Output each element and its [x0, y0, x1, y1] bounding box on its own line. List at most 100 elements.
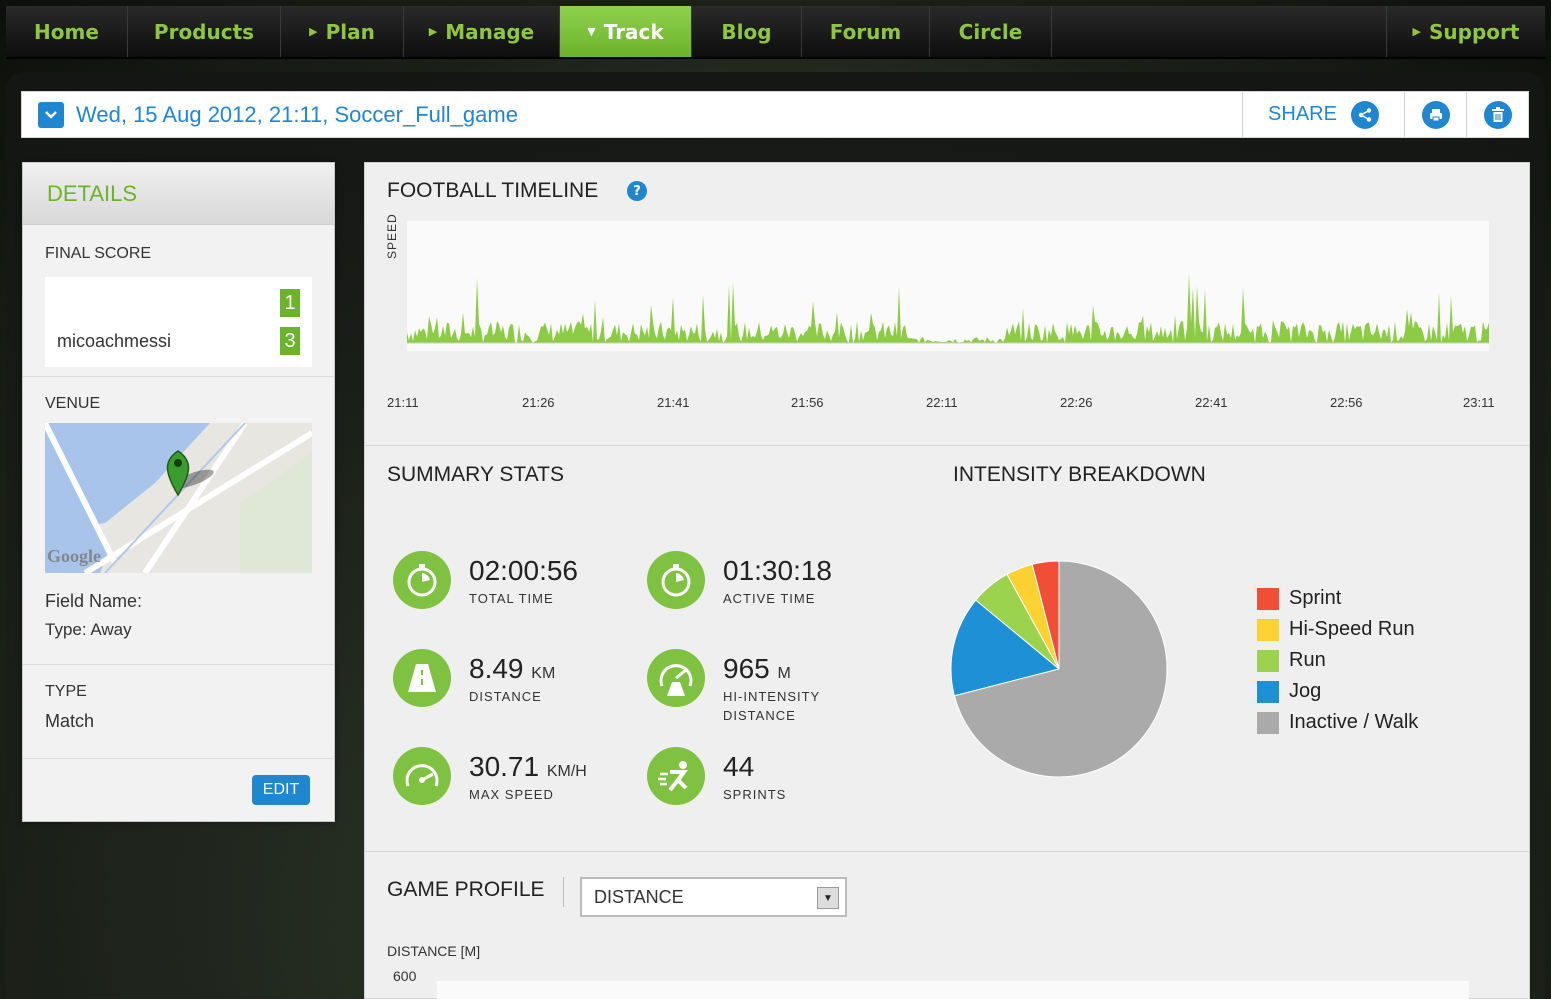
- profile-chart-area: [437, 981, 1469, 999]
- field-type: Type: Away: [45, 620, 132, 639]
- stat-active-time: 01:30:18 ACTIVE TIME: [647, 551, 832, 609]
- legend-swatch: [1257, 649, 1279, 672]
- share-icon: [1350, 100, 1379, 129]
- legend-label: Sprint: [1289, 587, 1342, 609]
- profile-y-tick: 600: [393, 968, 417, 984]
- nav-label: Manage: [445, 19, 535, 44]
- nav-forum[interactable]: Forum: [802, 6, 930, 57]
- profile-axis-label: DISTANCE [M]: [387, 943, 481, 959]
- details-heading: DETAILS: [23, 163, 334, 225]
- score-box: 1 3 micoachmessi: [45, 277, 312, 367]
- print-button[interactable]: [1404, 92, 1466, 137]
- venue-section: VENUE Google Field Name: Type: Away: [23, 377, 334, 665]
- legend-swatch: [1257, 680, 1279, 703]
- stat-label: DISTANCE: [469, 689, 542, 704]
- stat-label: MAX SPEED: [469, 787, 554, 802]
- top-nav: Home Products ▶ Plan ▶ Manage ▼ Track Blog …: [6, 6, 1545, 59]
- nav-label: Home: [34, 19, 99, 44]
- stat-value: 8.49: [469, 653, 524, 684]
- share-button[interactable]: SHARE: [1242, 92, 1404, 137]
- edit-button[interactable]: EDIT: [252, 775, 310, 805]
- stat-label-2: DISTANCE: [723, 708, 796, 723]
- timeline-chart[interactable]: [407, 221, 1489, 351]
- type-value: Match: [45, 711, 95, 731]
- share-label: SHARE: [1268, 103, 1337, 125]
- score-badge: 3: [280, 327, 300, 355]
- legend-item: Sprint: [1257, 583, 1418, 614]
- time-tick: 21:41: [657, 395, 690, 410]
- profile-title: GAME PROFILE: [387, 878, 545, 901]
- nav-label: Plan: [325, 19, 375, 44]
- legend-item: Jog: [1257, 676, 1418, 707]
- legend-item: Run: [1257, 645, 1418, 676]
- venue-label: VENUE: [45, 395, 101, 412]
- details-panel: DETAILS FINAL SCORE 1 3 micoachmessi VEN…: [22, 162, 335, 822]
- road-icon: [393, 649, 451, 707]
- caret-right-icon: ▶: [1412, 25, 1421, 38]
- section-divider: [365, 445, 1529, 446]
- stat-unit: KM/H: [546, 763, 587, 780]
- legend-label: Jog: [1289, 680, 1322, 702]
- delete-button[interactable]: [1466, 92, 1528, 137]
- intensity-title: INTENSITY BREAKDOWN: [953, 463, 1206, 486]
- stat-label: SPRINTS: [723, 787, 787, 802]
- session-dropdown-button[interactable]: [38, 101, 64, 128]
- speed-axis-label: SPEED: [385, 213, 399, 259]
- nav-label: Support: [1429, 19, 1520, 44]
- stat-max-speed: 30.71 KM/H MAX SPEED: [393, 747, 587, 805]
- nav-plan[interactable]: ▶ Plan: [281, 6, 404, 57]
- stat-unit: KM: [531, 665, 556, 682]
- nav-label: Track: [603, 19, 664, 44]
- stat-value: 44: [723, 751, 755, 782]
- time-tick: 21:11: [387, 395, 419, 410]
- stat-unit: M: [777, 665, 791, 682]
- dropdown-arrow-icon[interactable]: ▼: [817, 887, 839, 909]
- stat-label: HI-INTENSITY: [723, 689, 821, 704]
- team-name: micoachmessi: [57, 331, 172, 351]
- time-tick: 23:11: [1463, 395, 1495, 410]
- stat-total-time: 02:00:56 TOTAL TIME: [393, 551, 578, 609]
- stat-value: 965: [723, 653, 770, 684]
- trash-icon: [1483, 100, 1512, 129]
- help-icon[interactable]: ?: [627, 181, 647, 201]
- nav-label: Blog: [721, 19, 772, 44]
- nav-circle[interactable]: Circle: [930, 6, 1052, 57]
- nav-blog[interactable]: Blog: [692, 6, 802, 57]
- print-icon: [1421, 100, 1450, 129]
- caret-right-icon: ▶: [428, 25, 438, 38]
- nav-label: Circle: [958, 19, 1023, 44]
- title-separator: [563, 877, 564, 907]
- score-badge: 1: [280, 289, 300, 317]
- nav-home[interactable]: Home: [6, 6, 128, 57]
- legend-item: Hi-Speed Run: [1257, 614, 1418, 645]
- stopwatch-icon: [393, 551, 451, 609]
- venue-map[interactable]: Google: [45, 423, 312, 573]
- nav-manage[interactable]: ▶ Manage: [404, 6, 560, 57]
- stopwatch-icon: [647, 551, 705, 609]
- type-label: TYPE: [45, 683, 87, 700]
- chevron-down-icon: [45, 110, 57, 119]
- main-panel: FOOTBALL TIMELINE ? SPEED 21:11 21:26 21…: [364, 162, 1530, 999]
- time-tick: 22:56: [1330, 395, 1363, 410]
- profile-select[interactable]: DISTANCE ▼: [580, 877, 847, 917]
- select-value: DISTANCE: [594, 886, 684, 907]
- stat-value: 01:30:18: [723, 555, 832, 586]
- nav-products[interactable]: Products: [128, 6, 281, 57]
- final-score-section: FINAL SCORE 1 3 micoachmessi: [23, 225, 334, 377]
- legend-swatch: [1257, 587, 1279, 610]
- time-tick: 22:11: [926, 395, 958, 410]
- time-tick: 22:26: [1060, 395, 1093, 410]
- nav-track[interactable]: ▼ Track: [560, 6, 692, 57]
- final-score-label: FINAL SCORE: [45, 245, 152, 262]
- session-title: Wed, 15 Aug 2012, 21:11, Soccer_Full_gam…: [76, 101, 518, 127]
- speed-trace: [407, 273, 1489, 343]
- intensity-pie-chart[interactable]: [939, 549, 1179, 789]
- legend-label: Run: [1289, 649, 1326, 671]
- legend-label: Inactive / Walk: [1289, 711, 1419, 733]
- time-tick: 21:26: [522, 395, 555, 410]
- nav-support[interactable]: ▶ Support: [1387, 6, 1545, 57]
- map-brand: Google: [47, 546, 101, 566]
- timeline-title: FOOTBALL TIMELINE: [387, 179, 599, 202]
- speed-road-icon: [647, 649, 705, 707]
- nav-label: Forum: [829, 19, 902, 44]
